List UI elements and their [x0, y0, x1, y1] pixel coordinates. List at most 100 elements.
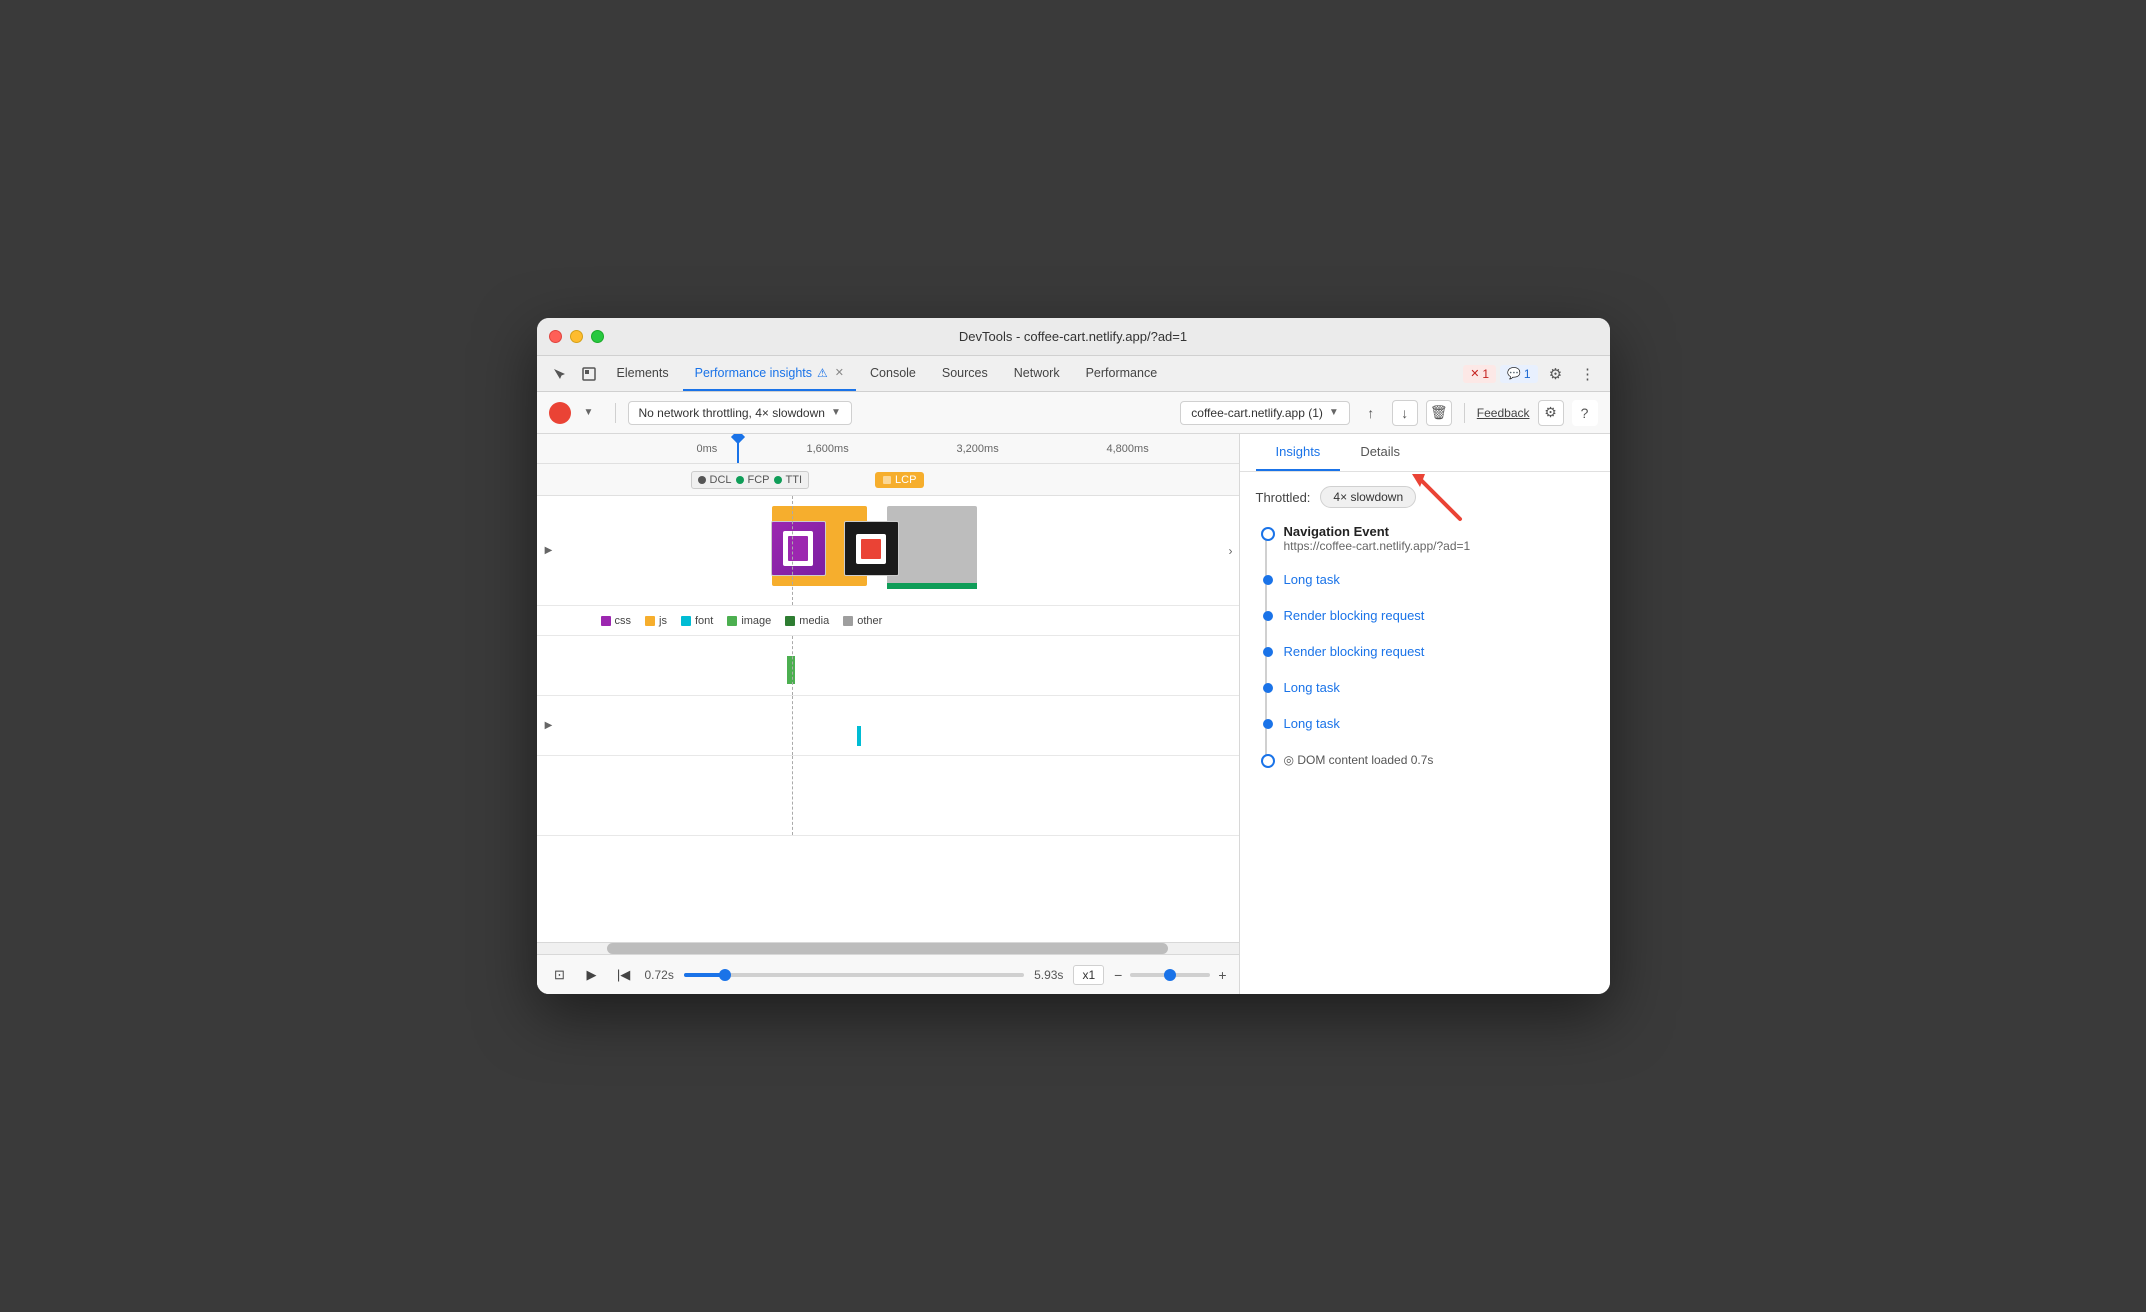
- legend-font: font: [681, 615, 713, 627]
- lcp-marker: LCP: [875, 472, 924, 488]
- nav-event-dot: [1261, 527, 1275, 541]
- more-icon[interactable]: ⋮: [1574, 360, 1602, 388]
- event-long-task-1: Long task: [1284, 571, 1594, 589]
- zoom-area: − +: [1114, 967, 1226, 983]
- time-marker-1600ms: 1,600ms: [807, 443, 849, 455]
- progress-slider[interactable]: [684, 973, 1024, 977]
- zoom-slider[interactable]: [1130, 973, 1210, 977]
- settings-icon[interactable]: ⚙: [1542, 360, 1570, 388]
- font-swatch: [681, 616, 691, 626]
- screenshot-toggle-icon[interactable]: ⊡: [549, 964, 571, 986]
- tab-network[interactable]: Network: [1002, 357, 1072, 391]
- track-content-3: [557, 696, 1239, 755]
- long-task-3-dot: [1263, 719, 1273, 729]
- main-area: 0ms 1,600ms 3,200ms 4,800ms DCL FCP: [537, 434, 1610, 994]
- track-content-1: [557, 496, 1223, 605]
- speed-badge[interactable]: x1: [1073, 965, 1104, 985]
- track-row-2: [537, 636, 1239, 696]
- legend-js: js: [645, 615, 667, 627]
- long-task-2-link[interactable]: Long task: [1284, 680, 1340, 695]
- upload-icon[interactable]: ↑: [1358, 400, 1384, 426]
- tab-insights[interactable]: Insights: [1256, 434, 1341, 471]
- download-icon[interactable]: ↓: [1392, 400, 1418, 426]
- tab-sources[interactable]: Sources: [930, 357, 1000, 391]
- chevron-down-icon: ▼: [831, 407, 841, 418]
- timeline-panel: 0ms 1,600ms 3,200ms 4,800ms DCL FCP: [537, 434, 1240, 994]
- long-task-1-link[interactable]: Long task: [1284, 572, 1340, 587]
- panel-tabs: Insights Details: [1240, 434, 1610, 472]
- legend-other: other: [843, 615, 882, 627]
- titlebar: DevTools - coffee-cart.netlify.app/?ad=1: [537, 318, 1610, 356]
- dom-content-dot: [1261, 754, 1275, 768]
- long-task-3-link[interactable]: Long task: [1284, 716, 1340, 731]
- render-blocking-1-link[interactable]: Render blocking request: [1284, 608, 1425, 623]
- window-title: DevTools - coffee-cart.netlify.app/?ad=1: [959, 329, 1187, 344]
- timeline-scrollbar[interactable]: [537, 942, 1239, 954]
- play-icon[interactable]: ▶: [581, 964, 603, 986]
- inspect-icon[interactable]: [575, 360, 603, 388]
- legend-media: media: [785, 615, 829, 627]
- legend-row: css js font image: [537, 606, 1239, 636]
- panel-expand-icon[interactable]: ›: [1223, 544, 1239, 558]
- nav-event-title: Navigation Event: [1284, 524, 1594, 539]
- time-marker-3200ms: 3,200ms: [957, 443, 999, 455]
- help-icon[interactable]: ?: [1572, 400, 1598, 426]
- progress-thumb: [719, 969, 731, 981]
- panel-content: Throttled: 4× slowdown Navigation Event …: [1240, 472, 1610, 994]
- feedback-link[interactable]: Feedback: [1477, 406, 1530, 420]
- time-ruler: 0ms 1,600ms 3,200ms 4,800ms: [537, 434, 1239, 464]
- render-blocking-2-link[interactable]: Render blocking request: [1284, 644, 1425, 659]
- throttled-row: Throttled: 4× slowdown: [1256, 486, 1594, 508]
- end-time-label: 5.93s: [1034, 968, 1063, 982]
- dashed-line-2: [792, 636, 793, 695]
- expand-icon-1[interactable]: ▶: [541, 543, 557, 559]
- track-row-4: [537, 756, 1239, 836]
- fcp-dot: [736, 476, 744, 484]
- track-area: ▶: [537, 496, 1239, 942]
- divider2: [1464, 403, 1465, 423]
- tab-performance-insights[interactable]: Performance insights ⚠ ✕: [683, 357, 856, 391]
- zoom-thumb: [1164, 969, 1176, 981]
- minimize-button[interactable]: [570, 330, 583, 343]
- right-panel: Insights Details Throttled: 4× slowdown …: [1240, 434, 1610, 994]
- zoom-in-icon[interactable]: +: [1218, 967, 1226, 983]
- toolbar-right: coffee-cart.netlify.app (1) ▼ ↑ ↓ 🗑 Feed…: [1180, 400, 1597, 426]
- info-badge[interactable]: 💬 1: [1500, 365, 1537, 383]
- delete-icon[interactable]: 🗑: [1426, 400, 1452, 426]
- nav-event-url: https://coffee-cart.netlify.app/?ad=1: [1284, 539, 1594, 553]
- media-swatch: [785, 616, 795, 626]
- url-dropdown[interactable]: coffee-cart.netlify.app (1) ▼: [1180, 401, 1350, 425]
- expand-icon-2: [541, 658, 557, 674]
- toolbar: ▼ No network throttling, 4× slowdown ▼ c…: [537, 392, 1610, 434]
- traffic-lights: [549, 330, 604, 343]
- tab-elements[interactable]: Elements: [605, 357, 681, 391]
- step-back-icon[interactable]: |◀: [613, 964, 635, 986]
- render-blocking-1-dot: [1263, 611, 1273, 621]
- green-strip: [887, 583, 977, 589]
- tab-console[interactable]: Console: [858, 357, 928, 391]
- tab-right-icons: ✕ 1 💬 1 ⚙ ⋮: [1463, 360, 1601, 388]
- maximize-button[interactable]: [591, 330, 604, 343]
- error-badge[interactable]: ✕ 1: [1463, 365, 1496, 383]
- js-swatch: [645, 616, 655, 626]
- tab-close-icon[interactable]: ✕: [835, 366, 844, 379]
- track-row-3: ▶: [537, 696, 1239, 756]
- long-task-1-dot: [1263, 575, 1273, 585]
- cyan-bar: [857, 726, 861, 746]
- divider: [615, 403, 616, 423]
- record-dropdown-icon[interactable]: ▼: [575, 399, 603, 427]
- expand-icon-3[interactable]: ▶: [541, 718, 557, 734]
- tab-performance[interactable]: Performance: [1074, 357, 1170, 391]
- throttle-dropdown[interactable]: No network throttling, 4× slowdown ▼: [628, 401, 852, 425]
- settings2-icon[interactable]: ⚙: [1538, 400, 1564, 426]
- gray-bar: [887, 506, 977, 586]
- zoom-out-icon[interactable]: −: [1114, 967, 1122, 983]
- throttled-label: Throttled:: [1256, 490, 1311, 505]
- dashed-line-3: [792, 696, 793, 755]
- dcl-marker: DCL FCP TTI: [691, 471, 810, 489]
- close-button[interactable]: [549, 330, 562, 343]
- tabbar: Elements Performance insights ⚠ ✕ Consol…: [537, 356, 1610, 392]
- tab-details[interactable]: Details: [1340, 434, 1420, 471]
- cursor-icon[interactable]: [545, 360, 573, 388]
- record-button[interactable]: [549, 402, 571, 424]
